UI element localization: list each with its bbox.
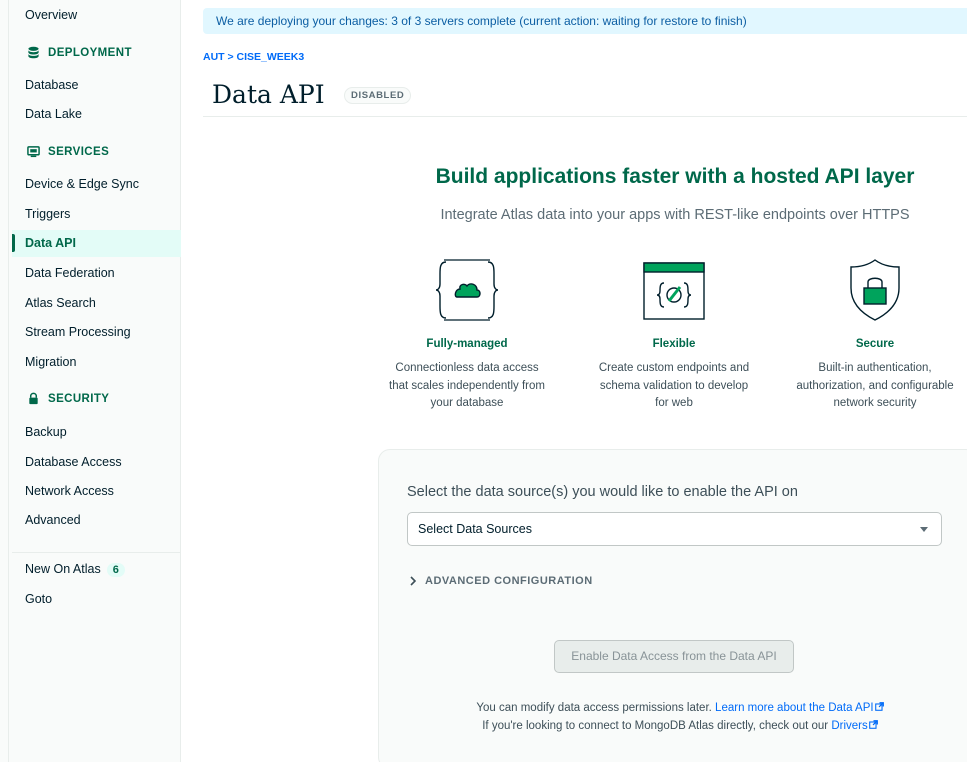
sidebar-item-new-on-atlas[interactable]: New On Atlas 6 xyxy=(25,562,125,577)
cloud-braces-icon xyxy=(372,256,562,324)
feature-desc-line: Connectionless data access xyxy=(395,362,539,374)
feature-desc-line: your database xyxy=(430,397,504,409)
screen-icon xyxy=(27,146,40,158)
feature-desc-line: Built-in authentication, xyxy=(818,362,932,374)
feature-desc-line: for web xyxy=(655,397,693,409)
feature-secure: Secure Built-in authentication, authoriz… xyxy=(780,256,967,413)
sidebar-edge xyxy=(8,0,9,762)
feature-description: Connectionless data access that scales i… xyxy=(372,360,562,413)
section-security-title: SECURITY xyxy=(48,392,110,405)
sidebar-item-migration[interactable]: Migration xyxy=(25,355,76,369)
feature-title: Fully-managed xyxy=(426,338,508,350)
footnote-permissions: You can modify data access permissions l… xyxy=(380,702,967,714)
footnote-text: You can modify data access permissions l… xyxy=(476,702,712,714)
sidebar-item-triggers[interactable]: Triggers xyxy=(25,207,70,221)
new-on-atlas-label: New On Atlas xyxy=(25,562,101,576)
active-item-indicator xyxy=(12,234,15,252)
breadcrumb[interactable]: AUT > CISE_WEEK3 xyxy=(203,51,304,63)
feature-flexible: Flexible Create custom endpoints and sch… xyxy=(579,256,769,413)
sidebar-item-backup[interactable]: Backup xyxy=(25,425,67,439)
feature-desc-line: authorization, and configurable xyxy=(796,379,954,392)
data-source-prompt: Select the data source(s) you would like… xyxy=(407,484,798,500)
sidebar-item-stream-processing[interactable]: Stream Processing xyxy=(25,325,131,339)
sidebar-item-device-edge-sync[interactable]: Device & Edge Sync xyxy=(25,177,139,191)
sidebar-item-database[interactable]: Database xyxy=(25,78,79,92)
feature-title: Secure xyxy=(855,338,895,350)
code-window-icon xyxy=(579,256,769,324)
select-value: Select Data Sources xyxy=(418,522,532,536)
feature-desc-line: Create custom endpoints and xyxy=(598,362,750,374)
sidebar-item-database-access[interactable]: Database Access xyxy=(25,455,122,469)
sidebar-item-data-lake[interactable]: Data Lake xyxy=(25,107,82,121)
enable-data-access-button[interactable]: Enable Data Access from the Data API xyxy=(554,640,794,673)
footnote-drivers: If you're looking to connect to MongoDB … xyxy=(380,720,967,732)
feature-description: Create custom endpoints and schema valid… xyxy=(579,360,769,413)
advanced-configuration-toggle[interactable]: ADVANCED CONFIGURATION xyxy=(409,575,593,587)
external-link-icon xyxy=(868,720,878,729)
hero-subtitle: Integrate Atlas data into your apps with… xyxy=(440,207,910,223)
section-services-title: SERVICES xyxy=(48,145,110,158)
hero-title: Build applications faster with a hosted … xyxy=(435,165,915,188)
shield-lock-icon xyxy=(780,256,967,324)
database-icon xyxy=(28,46,39,59)
page-title: Data API xyxy=(212,80,325,109)
feature-fully-managed: Fully-managed Connectionless data access… xyxy=(372,256,562,413)
feature-desc-line: network security xyxy=(833,397,917,409)
sidebar-divider xyxy=(12,552,181,553)
sidebar-item-network-access[interactable]: Network Access xyxy=(25,484,114,498)
sidebar-item-advanced[interactable]: Advanced xyxy=(25,513,81,527)
sidebar-item-atlas-search[interactable]: Atlas Search xyxy=(25,296,96,310)
learn-more-link[interactable]: Learn more about the Data API xyxy=(715,702,874,714)
new-count-badge: 6 xyxy=(106,563,125,577)
header-divider xyxy=(203,116,967,117)
footnote-text: If you're looking to connect to MongoDB … xyxy=(482,720,829,732)
advanced-configuration-label: ADVANCED CONFIGURATION xyxy=(425,575,593,587)
feature-description: Built-in authentication, authorization, … xyxy=(780,360,967,413)
sidebar-item-data-federation[interactable]: Data Federation xyxy=(25,266,115,280)
section-security: SECURITY xyxy=(27,392,109,405)
feature-desc-line: that scales independently from xyxy=(389,379,545,392)
feature-desc-line: schema validation to develop xyxy=(599,379,749,392)
lock-icon xyxy=(29,392,38,405)
section-deployment-title: DEPLOYMENT xyxy=(48,46,132,59)
feature-title: Flexible xyxy=(652,338,696,350)
chevron-right-icon xyxy=(410,576,417,586)
sidebar-item-goto[interactable]: Goto xyxy=(25,592,52,606)
sidebar-item-overview[interactable]: Overview xyxy=(25,8,77,22)
external-link-icon xyxy=(874,702,884,711)
sidebar-item-data-api[interactable]: Data API xyxy=(25,236,76,250)
drivers-link[interactable]: Drivers xyxy=(831,720,867,732)
deployment-status-banner: We are deploying your changes: 3 of 3 se… xyxy=(203,8,967,34)
data-source-select[interactable]: Select Data Sources xyxy=(407,512,942,546)
section-deployment: DEPLOYMENT xyxy=(27,46,132,59)
caret-down-icon xyxy=(920,527,928,532)
section-services: SERVICES xyxy=(27,145,109,158)
status-badge: DISABLED xyxy=(344,87,412,104)
